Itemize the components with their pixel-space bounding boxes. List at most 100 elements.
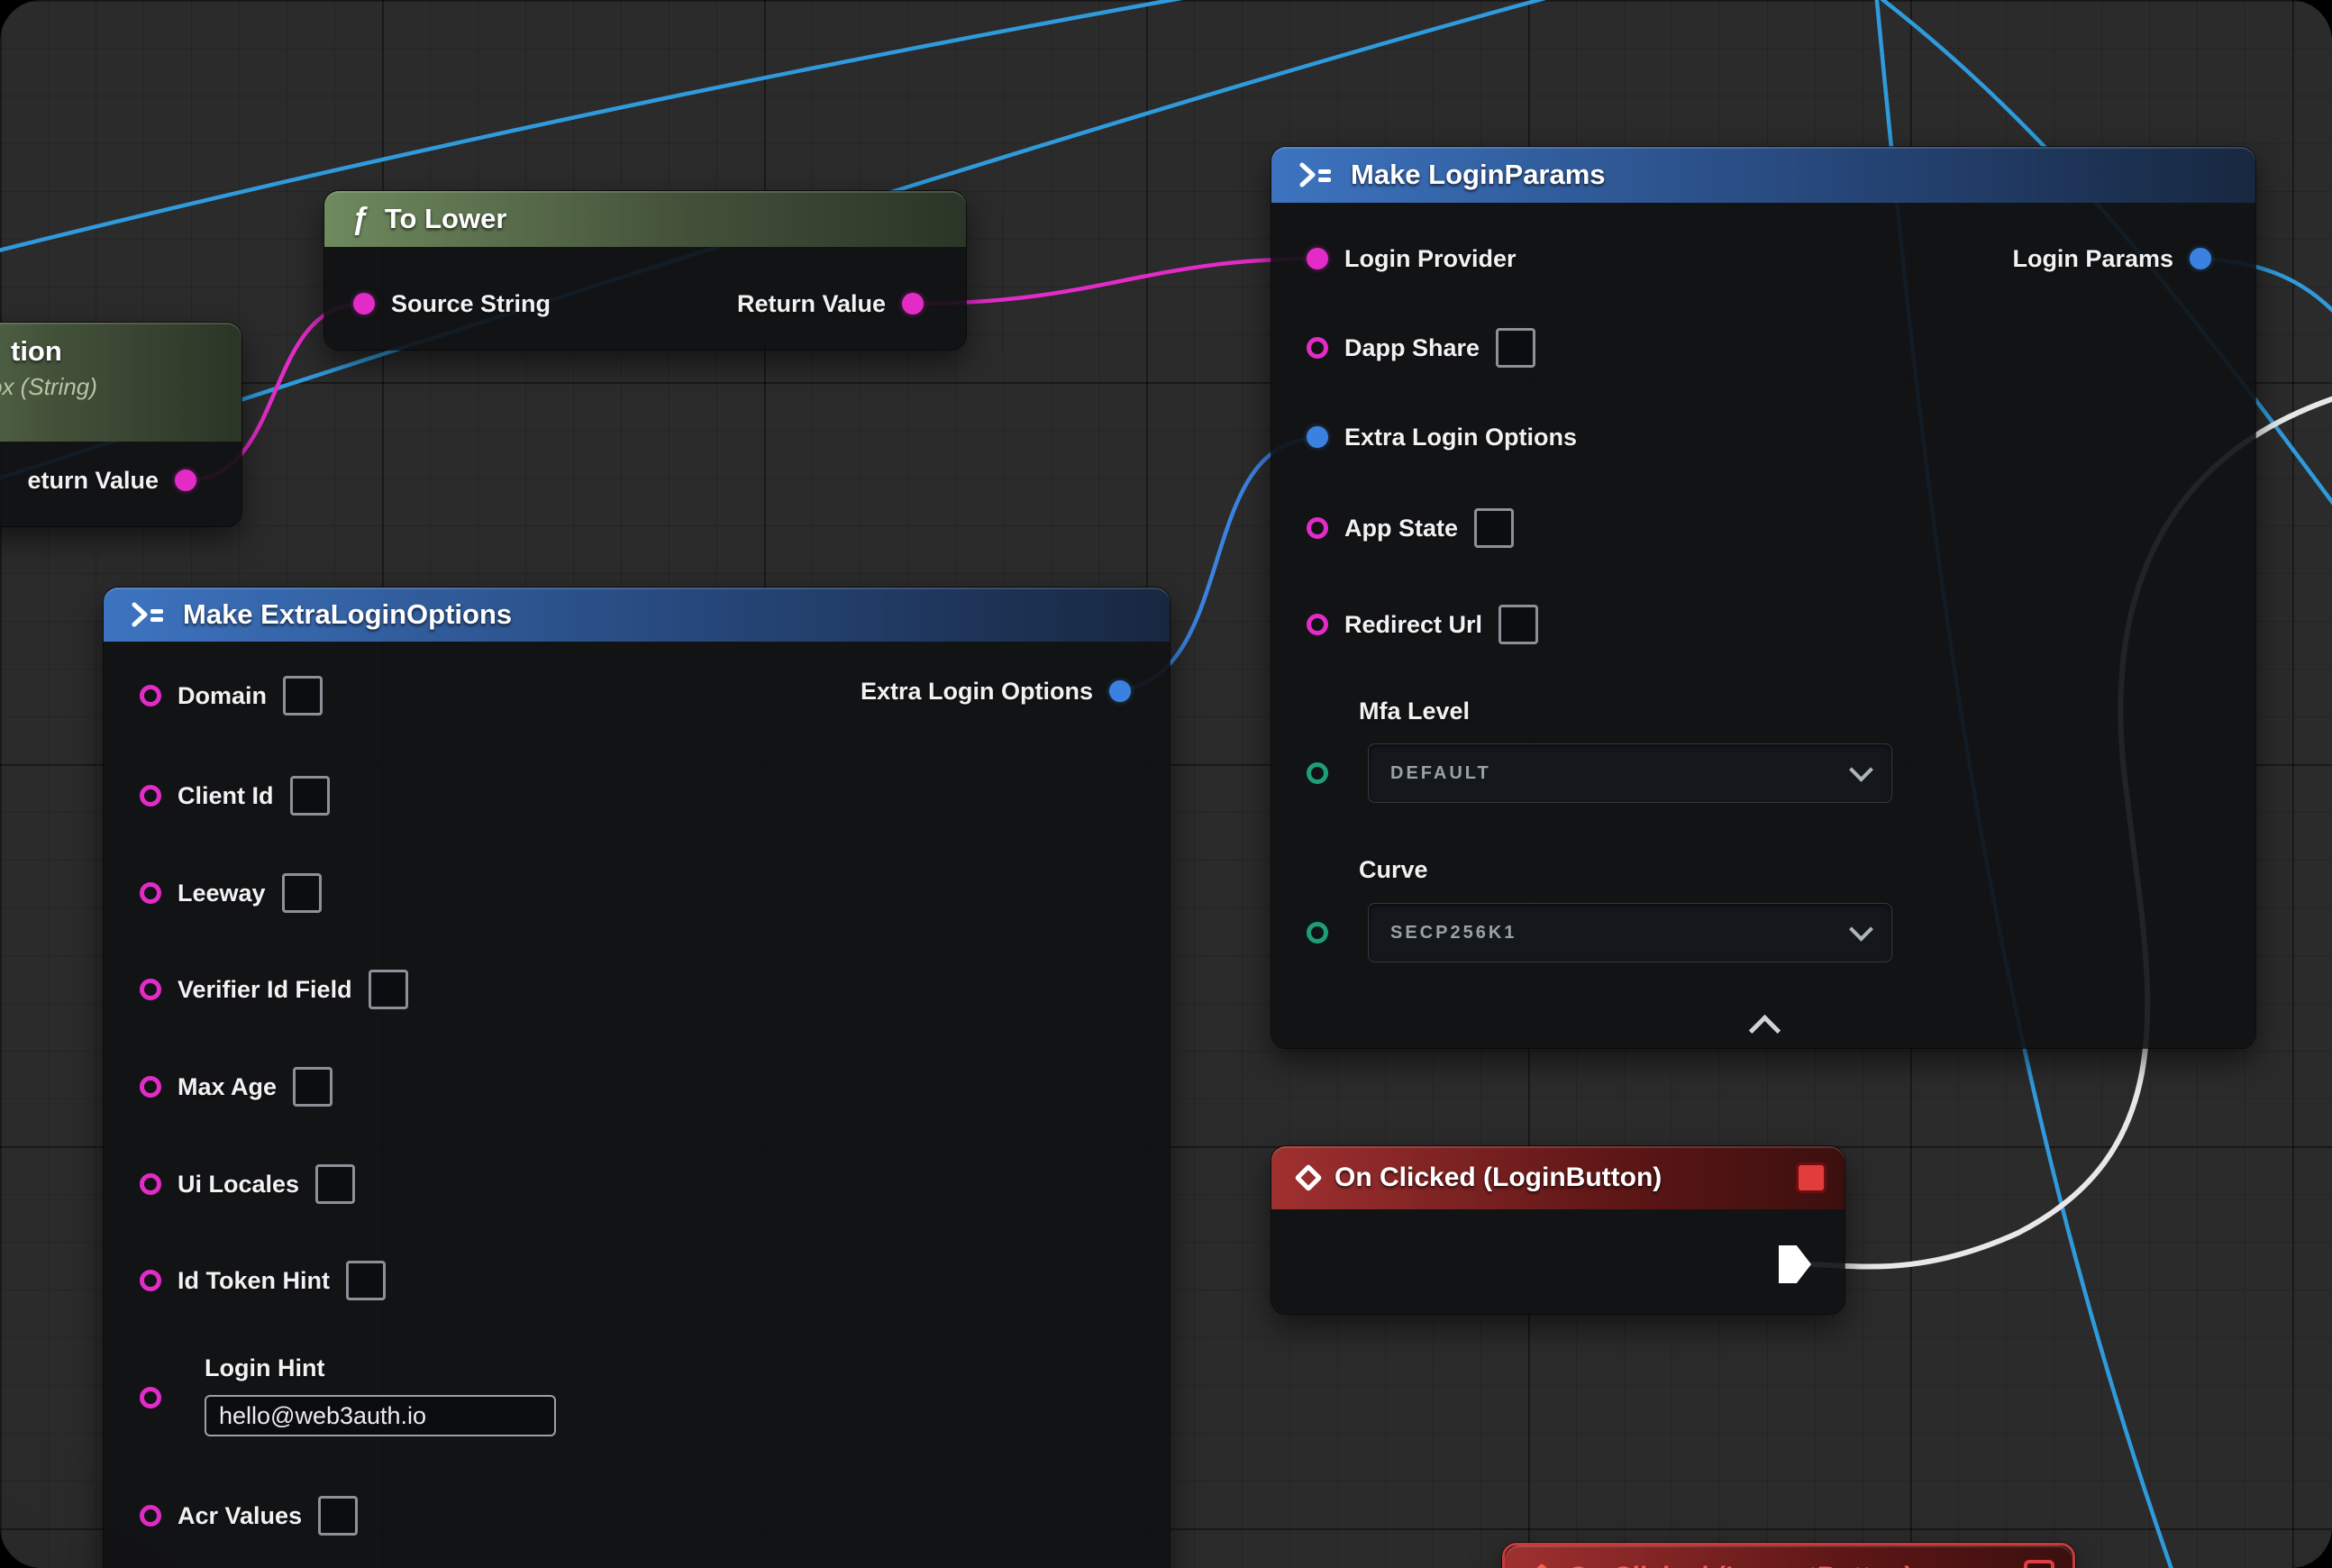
pin-row: Max Age [140,1065,332,1108]
checkbox-leeway[interactable] [282,873,322,913]
pin-login-provider[interactable] [1307,248,1328,269]
pin-label-source-string: Source String [391,290,551,318]
pin-label-client-id: Client Id [178,782,274,810]
node-on-clicked-logout-button[interactable]: On Clicked (LogoutButton) [1502,1543,2075,1568]
checkbox-acr-values[interactable] [318,1496,358,1536]
pin-return-value[interactable] [902,293,924,315]
login-hint-input[interactable] [205,1395,556,1436]
pin-acr-values[interactable] [140,1505,161,1527]
pin-label-ui-locales: Ui Locales [178,1171,299,1199]
pin-leeway[interactable] [140,882,161,904]
blueprint-graph-canvas[interactable]: tion ox (String) eturn Value ƒ To Lower … [0,0,2332,1568]
collapse-node-chevron-up[interactable] [1749,1015,1781,1046]
node-make-login-params[interactable]: Make LoginParams Login Params Login Prov… [1271,147,2255,1048]
event-diamond-icon [1294,1163,1322,1191]
curve-dropdown[interactable]: SECP256K1 [1368,903,1892,962]
checkbox-id-token-hint[interactable] [346,1261,386,1300]
checkbox-max-age[interactable] [293,1067,332,1107]
chevron-down-icon [1849,757,1873,781]
node-header[interactable]: On Clicked (LogoutButton) [1505,1545,2072,1568]
node-on-clicked-login-button[interactable]: On Clicked (LoginButton) [1271,1146,1845,1314]
event-diamond-icon [1527,1563,1555,1568]
checkbox-app-state[interactable] [1474,508,1514,548]
checkbox-ui-locales[interactable] [315,1164,355,1204]
pin-row: Leeway [140,871,322,915]
node-clipped-left[interactable]: tion ox (String) eturn Value [0,323,241,526]
pin-row: Domain [140,674,323,717]
curve-value: SECP256K1 [1390,923,1517,944]
pin-label-login-provider: Login Provider [1344,245,1517,273]
checkbox-domain[interactable] [283,676,323,716]
pin-label-login-hint: Login Hint [205,1354,324,1382]
exec-output-pin[interactable] [1779,1245,1811,1283]
pin-ui-locales[interactable] [140,1173,161,1195]
pin-source-string[interactable] [353,293,375,315]
pin-domain[interactable] [140,685,161,707]
node-header[interactable]: tion ox (String) [0,323,241,442]
node-header[interactable]: On Clicked (LoginButton) [1271,1146,1845,1209]
function-icon: ƒ [351,202,369,237]
make-struct-icon [1298,161,1335,188]
pin-row: Extra Login Options [1307,415,1577,459]
pin-row: Return Value [737,282,924,325]
pin-row: Login Provider [1307,237,1517,280]
node-title: To Lower [385,203,506,235]
delegate-pin[interactable] [2024,1560,2054,1568]
pin-id-token-hint[interactable] [140,1270,161,1291]
pin-dapp-share[interactable] [1307,337,1328,359]
pin-label-domain: Domain [178,682,267,710]
pin-label-extra-login-options-out: Extra Login Options [861,678,1093,706]
pin-mfa-level[interactable] [1307,762,1328,784]
node-subtitle-fragment: ox (String) [0,373,97,401]
screenshot-frame: tion ox (String) eturn Value ƒ To Lower … [0,0,2332,1568]
pin-extra-login-options-in[interactable] [1307,426,1328,448]
pin-login-hint[interactable] [140,1387,161,1408]
pin-label-return-value: Return Value [737,290,886,318]
pin-redirect-url[interactable] [1307,614,1328,635]
checkbox-dapp-share[interactable] [1496,328,1535,368]
pin-label-mfa-level: Mfa Level [1359,697,1470,725]
mfa-level-dropdown[interactable]: DEFAULT [1368,743,1892,803]
node-header[interactable]: Make LoginParams [1271,147,2255,203]
checkbox-client-id[interactable] [290,776,330,816]
node-make-extra-login-options[interactable]: Make ExtraLoginOptions Extra Login Optio… [104,588,1170,1568]
pin-label-return-value: eturn Value [27,467,159,495]
pin-row: App State [1307,506,1514,550]
pin-verifier-id-field[interactable] [140,979,161,1000]
pin-return-value[interactable] [175,469,196,491]
pin-curve[interactable] [1307,922,1328,944]
node-title: On Clicked (LoginButton) [1335,1162,1662,1193]
make-struct-icon [131,601,167,628]
pin-row: eturn Value [27,459,196,502]
checkbox-verifier-id-field[interactable] [369,970,408,1009]
pin-label-redirect-url: Redirect Url [1344,611,1482,639]
pin-client-id[interactable] [140,785,161,807]
mfa-level-value: DEFAULT [1390,763,1491,784]
pin-row: Verifier Id Field [140,968,408,1011]
pin-row: Dapp Share [1307,326,1535,369]
node-to-lower[interactable]: ƒ To Lower Source String Return Value [324,191,966,350]
pin-extra-login-options-out[interactable] [1109,680,1131,702]
pin-label-dapp-share: Dapp Share [1344,334,1480,362]
node-header[interactable]: Make ExtraLoginOptions [104,588,1170,642]
pin-label-acr-values: Acr Values [178,1502,302,1530]
pin-row: Source String [353,282,551,325]
pin-app-state[interactable] [1307,517,1328,539]
node-header[interactable]: ƒ To Lower [324,191,966,247]
wire-magenta-tolower-to-provider [913,259,1317,304]
pin-login-params-out[interactable] [2190,248,2211,269]
node-title: Make LoginParams [1351,159,1606,191]
pin-label-curve: Curve [1359,856,1428,884]
pin-row: Client Id [140,774,330,817]
pin-label-leeway: Leeway [178,880,266,907]
pin-row: Id Token Hint [140,1259,386,1302]
pin-row: Acr Values [140,1494,358,1537]
checkbox-redirect-url[interactable] [1498,605,1538,644]
chevron-down-icon [1849,916,1873,941]
pin-row: Login Params [2012,237,2211,280]
pin-max-age[interactable] [140,1076,161,1098]
delegate-pin[interactable] [1796,1162,1826,1193]
pin-row: Ui Locales [140,1162,355,1206]
pin-label-max-age: Max Age [178,1073,277,1101]
pin-label-app-state: App State [1344,515,1458,542]
